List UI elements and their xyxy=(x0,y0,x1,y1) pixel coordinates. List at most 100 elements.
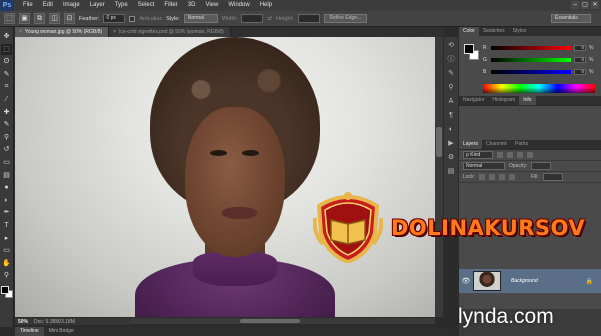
color-spectrum-ramp[interactable] xyxy=(483,84,595,93)
layer-comps-icon[interactable]: ▤ xyxy=(446,167,456,177)
horizontal-scrollbar[interactable] xyxy=(130,318,435,324)
tab-styles[interactable]: Styles xyxy=(509,27,531,36)
blur-icon[interactable]: ● xyxy=(1,182,12,193)
channel-value-input[interactable]: 0 xyxy=(574,45,586,51)
adjustments-icon[interactable]: ◐ xyxy=(446,125,456,135)
lock-position-icon[interactable] xyxy=(498,174,505,180)
layer-name[interactable]: Background xyxy=(511,278,538,284)
menu-filter[interactable]: Filter xyxy=(159,0,182,11)
opacity-input[interactable] xyxy=(531,162,552,170)
tab-timeline[interactable]: Timeline xyxy=(15,327,44,336)
menu-file[interactable]: File xyxy=(18,0,38,11)
paragraph-panel-icon[interactable]: ¶ xyxy=(446,111,456,121)
properties-panel-icon[interactable]: ⓘ xyxy=(446,55,456,65)
quick-select-icon[interactable]: ✎ xyxy=(1,69,12,80)
tab-info[interactable]: Info xyxy=(519,96,536,105)
tab-swatches[interactable]: Swatches xyxy=(479,27,509,36)
subtract-selection-icon[interactable]: ◫ xyxy=(49,13,60,24)
blend-mode-select[interactable]: Normal xyxy=(463,162,505,170)
menu-select[interactable]: Select xyxy=(133,0,160,11)
channel-value-input[interactable]: 0 xyxy=(574,69,586,75)
vertical-scrollbar[interactable] xyxy=(435,37,443,317)
move-icon[interactable]: ✥ xyxy=(1,31,12,42)
pen-icon[interactable]: ✒ xyxy=(1,207,12,218)
marquee-tool-preset-icon[interactable]: ⬚ xyxy=(4,13,15,24)
gradient-icon[interactable]: ▤ xyxy=(1,170,12,181)
refine-edge-button[interactable]: Refine Edge... xyxy=(323,14,368,23)
menu-help[interactable]: Help xyxy=(255,0,277,11)
scroll-thumb[interactable] xyxy=(240,319,300,323)
layer-kind-filter[interactable]: ρ Kind xyxy=(463,151,493,159)
brush-icon[interactable]: ✎ xyxy=(1,119,12,130)
menu-3d[interactable]: 3D xyxy=(183,0,201,11)
layer-row-background[interactable]: 👁 Background 🔒 xyxy=(459,269,601,293)
eyedropper-icon[interactable]: ⁄ xyxy=(1,94,12,105)
filter-shape-icon[interactable] xyxy=(527,152,533,158)
height-input[interactable] xyxy=(297,14,320,23)
minimize-button[interactable]: – xyxy=(571,1,579,9)
tab-paths[interactable]: Paths xyxy=(511,140,532,149)
menu-edit[interactable]: Edit xyxy=(38,0,58,11)
filter-adjustment-icon[interactable] xyxy=(507,152,513,158)
eraser-icon[interactable]: ▭ xyxy=(1,157,12,168)
channel-slider[interactable] xyxy=(491,70,571,74)
menu-layer[interactable]: Layer xyxy=(85,0,110,11)
filter-type-icon[interactable] xyxy=(517,152,523,158)
workspace-select[interactable]: Essentials xyxy=(551,14,591,23)
tab-histogram[interactable]: Histogram xyxy=(488,96,519,105)
close-button[interactable]: ✕ xyxy=(591,1,599,9)
tab-mini-bridge[interactable]: Mini Bridge xyxy=(44,327,79,336)
doc-tab-ice-cold[interactable]: × Ice-cold vignettes.psd @ 50% (woman, RG… xyxy=(109,27,231,37)
channel-slider[interactable] xyxy=(491,46,571,50)
lasso-icon[interactable]: ʘ xyxy=(1,56,12,67)
add-selection-icon[interactable]: ⧉ xyxy=(34,13,45,24)
document-canvas[interactable] xyxy=(15,37,435,317)
doc-size-info[interactable]: Doc: 6.38M/3.18M xyxy=(34,319,75,325)
filter-pixel-icon[interactable] xyxy=(497,152,503,158)
foreground-color-swatch[interactable] xyxy=(0,285,9,294)
tab-color[interactable]: Color xyxy=(459,27,479,36)
lock-transparent-icon[interactable] xyxy=(478,174,485,180)
actions-panel-icon[interactable]: ▶ xyxy=(446,139,456,149)
feather-input[interactable]: 0 px xyxy=(103,14,126,23)
brush-panel-icon[interactable]: ✎ xyxy=(446,69,456,79)
menu-window[interactable]: Window xyxy=(223,0,254,11)
swap-icon[interactable]: ⇄ xyxy=(267,16,272,22)
type-icon[interactable]: T xyxy=(1,220,12,231)
new-selection-icon[interactable]: ▣ xyxy=(19,13,30,24)
history-panel-icon[interactable]: ⟲ xyxy=(446,41,456,51)
tab-channels[interactable]: Channels xyxy=(482,140,511,149)
history-brush-icon[interactable]: ↺ xyxy=(1,144,12,155)
scroll-thumb[interactable] xyxy=(436,127,442,157)
fill-input[interactable] xyxy=(542,173,563,181)
crop-icon[interactable]: ⌗ xyxy=(1,81,12,92)
color-swatches[interactable] xyxy=(0,285,13,298)
anti-alias-checkbox[interactable] xyxy=(129,15,136,22)
menu-view[interactable]: View xyxy=(200,0,223,11)
dodge-icon[interactable]: ◐ xyxy=(1,195,12,206)
tab-navigator[interactable]: Navigator xyxy=(459,96,488,105)
lock-all-icon[interactable] xyxy=(508,174,515,180)
doc-tab-young-woman[interactable]: × Young woman.jpg @ 50% (RGB/8) xyxy=(15,27,110,37)
tab-layers[interactable]: Layers xyxy=(459,140,483,149)
foreground-color-chip[interactable] xyxy=(464,44,474,54)
zoom-level[interactable]: 50% xyxy=(18,319,28,325)
clone-source-icon[interactable]: ⚲ xyxy=(446,83,456,93)
style-select[interactable]: Normal xyxy=(183,14,218,23)
stamp-icon[interactable]: ⚲ xyxy=(1,132,12,143)
close-icon[interactable]: × xyxy=(19,29,22,35)
lock-image-icon[interactable] xyxy=(488,174,495,180)
path-select-icon[interactable]: ▸ xyxy=(1,233,12,244)
marquee-icon[interactable]: ⬚ xyxy=(1,43,12,55)
hand-icon[interactable]: ✋ xyxy=(1,258,12,269)
intersect-selection-icon[interactable]: ⊡ xyxy=(64,13,75,24)
shape-icon[interactable]: ▭ xyxy=(1,245,12,256)
healing-icon[interactable]: ✚ xyxy=(1,107,12,118)
maximize-button[interactable]: ▢ xyxy=(581,1,589,9)
close-icon[interactable]: × xyxy=(113,29,116,35)
menu-type[interactable]: Type xyxy=(110,0,133,11)
eye-icon[interactable]: 👁 xyxy=(459,277,473,285)
width-input[interactable] xyxy=(241,14,264,23)
character-panel-icon[interactable]: A xyxy=(446,97,456,107)
zoom-icon[interactable]: ⚲ xyxy=(1,270,12,281)
